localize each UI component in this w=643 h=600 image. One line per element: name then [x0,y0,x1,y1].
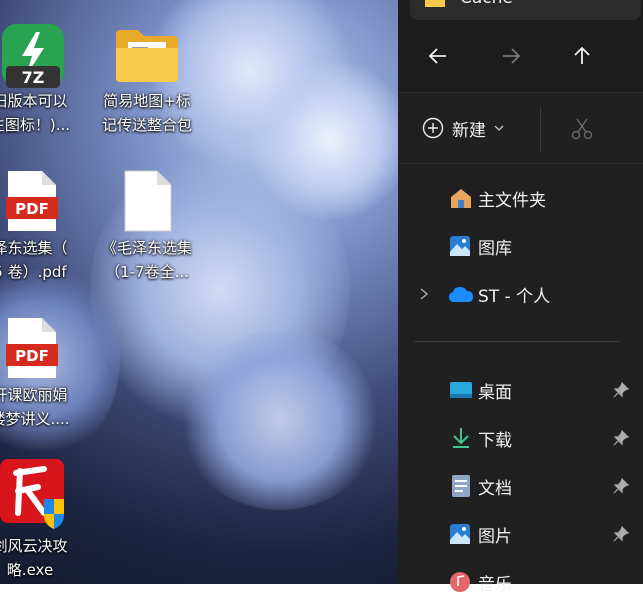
game-exe-icon [0,459,64,529]
file-explorer-window: Cache 新建 [398,0,643,595]
icon-label: 简易地图+标 [103,92,191,110]
icon-label: 《毛泽东选集 [101,239,192,257]
folder-icon [425,0,445,7]
nav-divider [414,341,620,342]
pictures-icon [450,524,470,544]
desktop-folder-icon [450,382,472,398]
nav-label: 图片 [478,526,512,547]
tab-title: Cache [460,0,513,8]
folder-icon [116,30,178,82]
arrow-up-icon [574,46,590,64]
7zip-badge: 7Z [22,68,45,87]
pdf-badge: PDF [15,200,49,218]
pdf-icon: PDF [6,171,58,231]
up-button[interactable] [564,38,600,74]
chevron-right-icon[interactable] [418,287,430,301]
nav-label: 下载 [478,430,512,451]
blank-file-icon [124,170,172,232]
nav-item-desktop[interactable]: 桌面 [398,372,643,408]
arrow-right-icon [503,48,521,64]
icon-label: 记传送整合包 [101,116,192,134]
7zip-icon: 7Z [2,24,64,88]
toolbar-separator [540,107,541,153]
nav-item-downloads[interactable]: 下载 [398,420,643,456]
pdf-icon: PDF [6,318,58,378]
desktop-icon-pdf-selected-works[interactable]: PDF 泽东选集（ 5 卷）.pdf [0,165,76,295]
pin-icon[interactable] [613,382,629,398]
icon-label: 泽东选集（ [0,239,68,257]
command-bar: 新建 [398,93,643,164]
desktop-icon-selected-works-file[interactable]: 《毛泽东选集 （1-7卷全... [101,165,193,295]
nav-label: 音乐 [478,574,512,595]
documents-icon [452,475,470,497]
plus-circle-icon [422,117,444,139]
arrow-left-icon [428,48,446,64]
desktop-wallpaper: 7Z 旧版本可以 生图标！)... 简易地图+标 记传送整合包 PDF 泽东选集… [0,0,398,584]
nav-label: 文档 [478,478,512,499]
nav-label: ST - 个人 [478,286,551,307]
icon-label: 生图标！)... [0,116,71,134]
icon-label: 楼梦讲义.... [0,410,70,428]
nav-item-onedrive[interactable]: ST - 个人 [398,276,643,312]
nav-label: 图库 [478,238,512,259]
download-icon [453,428,469,448]
pin-icon[interactable] [613,526,629,542]
title-bar: Cache [398,0,643,93]
icon-label: 5 卷）.pdf [0,263,67,281]
nav-label: 主文件夹 [478,190,546,211]
icon-label: 剑风云决攻 [0,537,68,555]
back-button[interactable] [420,38,456,74]
desktop-icon-game-exe[interactable]: 剑风云决攻 略.exe [0,455,76,584]
icon-label: 略.exe [6,561,54,579]
nav-label: 桌面 [478,382,512,403]
wallpaper-flower [180,330,380,510]
home-icon [451,189,471,208]
pin-icon[interactable] [613,478,629,494]
nav-item-gallery[interactable]: 图库 [398,228,643,264]
desktop-icon-map-folder[interactable]: 简易地图+标 记传送整合包 [101,18,193,148]
wallpaper-flower [250,60,398,220]
nav-item-pictures[interactable]: 图片 [398,516,643,552]
pin-icon[interactable] [613,430,629,446]
icon-label: 开课欧丽娟 [0,386,68,404]
chevron-down-icon [494,125,504,131]
desktop-icon-pdf-lecture-notes[interactable]: PDF 开课欧丽娟 楼梦讲义.... [0,312,76,442]
forward-button[interactable] [493,38,529,74]
icon-label: 旧版本可以 [0,92,68,110]
new-button-label: 新建 [452,120,486,141]
cut-icon[interactable] [570,117,594,141]
nav-item-music[interactable]: 音乐 [398,564,643,600]
nav-item-documents[interactable]: 文档 [398,468,643,504]
gallery-icon [450,236,470,256]
nav-item-home[interactable]: 主文件夹 [398,180,643,216]
music-icon [450,572,470,592]
desktop-icon-7zip[interactable]: 7Z 旧版本可以 生图标！)... [0,18,76,148]
onedrive-cloud-icon [449,287,473,302]
icon-label: （1-7卷全... [105,263,189,281]
pdf-badge: PDF [15,347,49,365]
new-button[interactable]: 新建 [422,113,504,143]
